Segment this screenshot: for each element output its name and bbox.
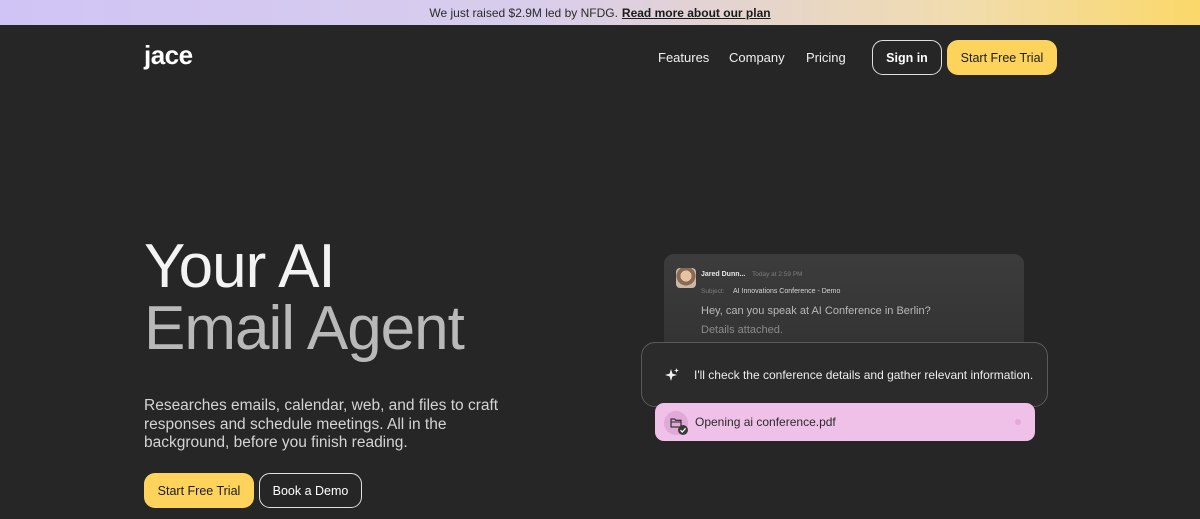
start-free-trial-button[interactable]: Start Free Trial [144, 473, 254, 508]
email-subject-label: Subject: [701, 288, 725, 295]
sign-in-button[interactable]: Sign in [872, 40, 942, 75]
logo[interactable]: jace [144, 40, 193, 71]
email-body-line2: Details attached. [701, 324, 783, 336]
loading-indicator [1015, 419, 1021, 425]
sparkle-icon [665, 368, 679, 381]
hero-subtitle: Researches emails, calendar, web, and fi… [144, 397, 499, 451]
banner-text: We just raised $2.9M led by NFDG. [429, 5, 618, 20]
agent-message-card: I'll check the conference details and ga… [641, 342, 1048, 407]
hero-title: Your AI Email Agent [144, 232, 465, 363]
check-icon [678, 425, 688, 435]
nav-company[interactable]: Company [729, 40, 785, 75]
banner-link[interactable]: Read more about our plan [622, 6, 771, 20]
email-body-line1: Hey, can you speak at AI Conference in B… [701, 305, 931, 317]
file-action-card: Opening ai conference.pdf [655, 403, 1035, 441]
email-time: Today at 2:59 PM [752, 271, 803, 278]
start-free-trial-button-header[interactable]: Start Free Trial [947, 40, 1057, 75]
email-subject: AI Innovations Conference - Demo [733, 288, 841, 295]
hero-title-line2: Email Agent [144, 294, 465, 363]
email-sender: Jared Dunn... [701, 271, 746, 278]
book-demo-button[interactable]: Book a Demo [259, 473, 362, 508]
announcement-banner: We just raised $2.9M led by NFDG. Read m… [0, 0, 1200, 25]
agent-message: I'll check the conference details and ga… [694, 368, 1034, 382]
avatar [676, 268, 696, 288]
file-action-text: Opening ai conference.pdf [695, 415, 836, 429]
nav-pricing[interactable]: Pricing [806, 40, 846, 75]
hero-title-line1: Your AI [144, 232, 336, 301]
nav-features[interactable]: Features [658, 40, 709, 75]
